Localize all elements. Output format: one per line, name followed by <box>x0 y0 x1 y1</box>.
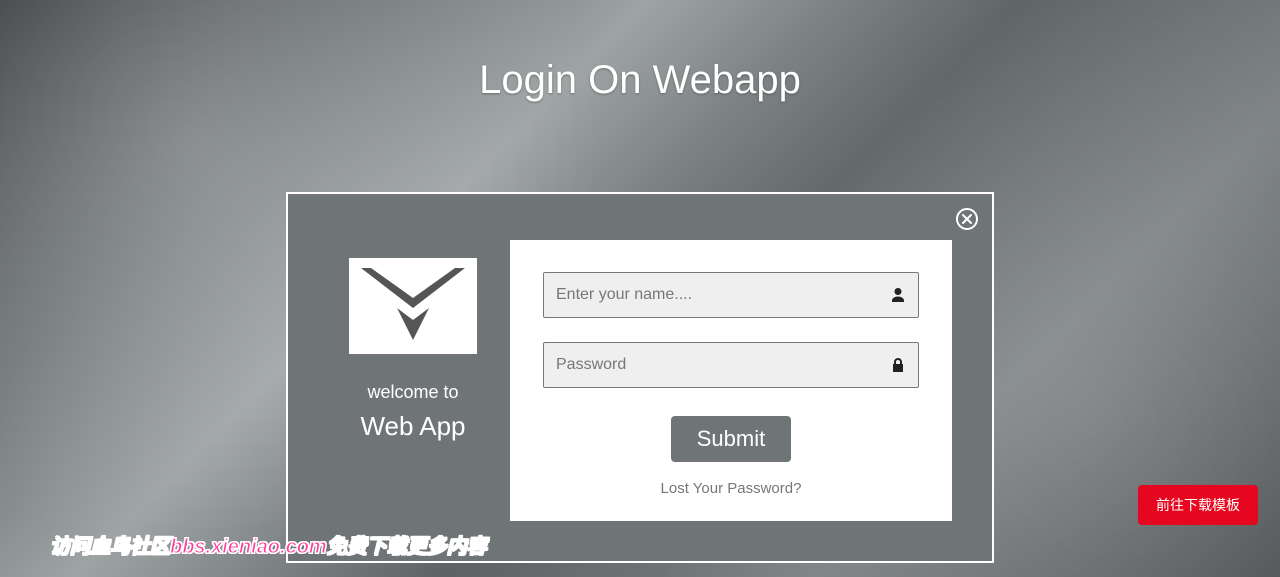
username-input[interactable] <box>543 272 919 318</box>
welcome-title: Web App <box>360 411 465 442</box>
login-modal: welcome to Web App Submit Lost Your Pass… <box>286 192 994 563</box>
logo <box>349 258 477 354</box>
login-form: Submit Lost Your Password? <box>510 240 952 521</box>
lock-icon <box>889 356 907 374</box>
envelope-logo-icon <box>361 268 465 345</box>
close-icon <box>962 214 972 224</box>
page-title: Login On Webapp <box>0 0 1280 103</box>
user-icon <box>889 286 907 304</box>
modal-sidebar: welcome to Web App <box>328 240 498 442</box>
password-field-wrap <box>543 342 919 388</box>
welcome-subtitle: welcome to <box>367 382 458 403</box>
watermark-text: 访问血鸟社区bbs.xieniao.com免费下载更多内容 <box>50 530 487 559</box>
username-field-wrap <box>543 272 919 318</box>
submit-button[interactable]: Submit <box>671 416 791 462</box>
lost-password-link[interactable]: Lost Your Password? <box>661 480 802 497</box>
close-button[interactable] <box>956 208 978 230</box>
download-template-button[interactable]: 前往下载模板 <box>1138 485 1258 525</box>
password-input[interactable] <box>543 342 919 388</box>
